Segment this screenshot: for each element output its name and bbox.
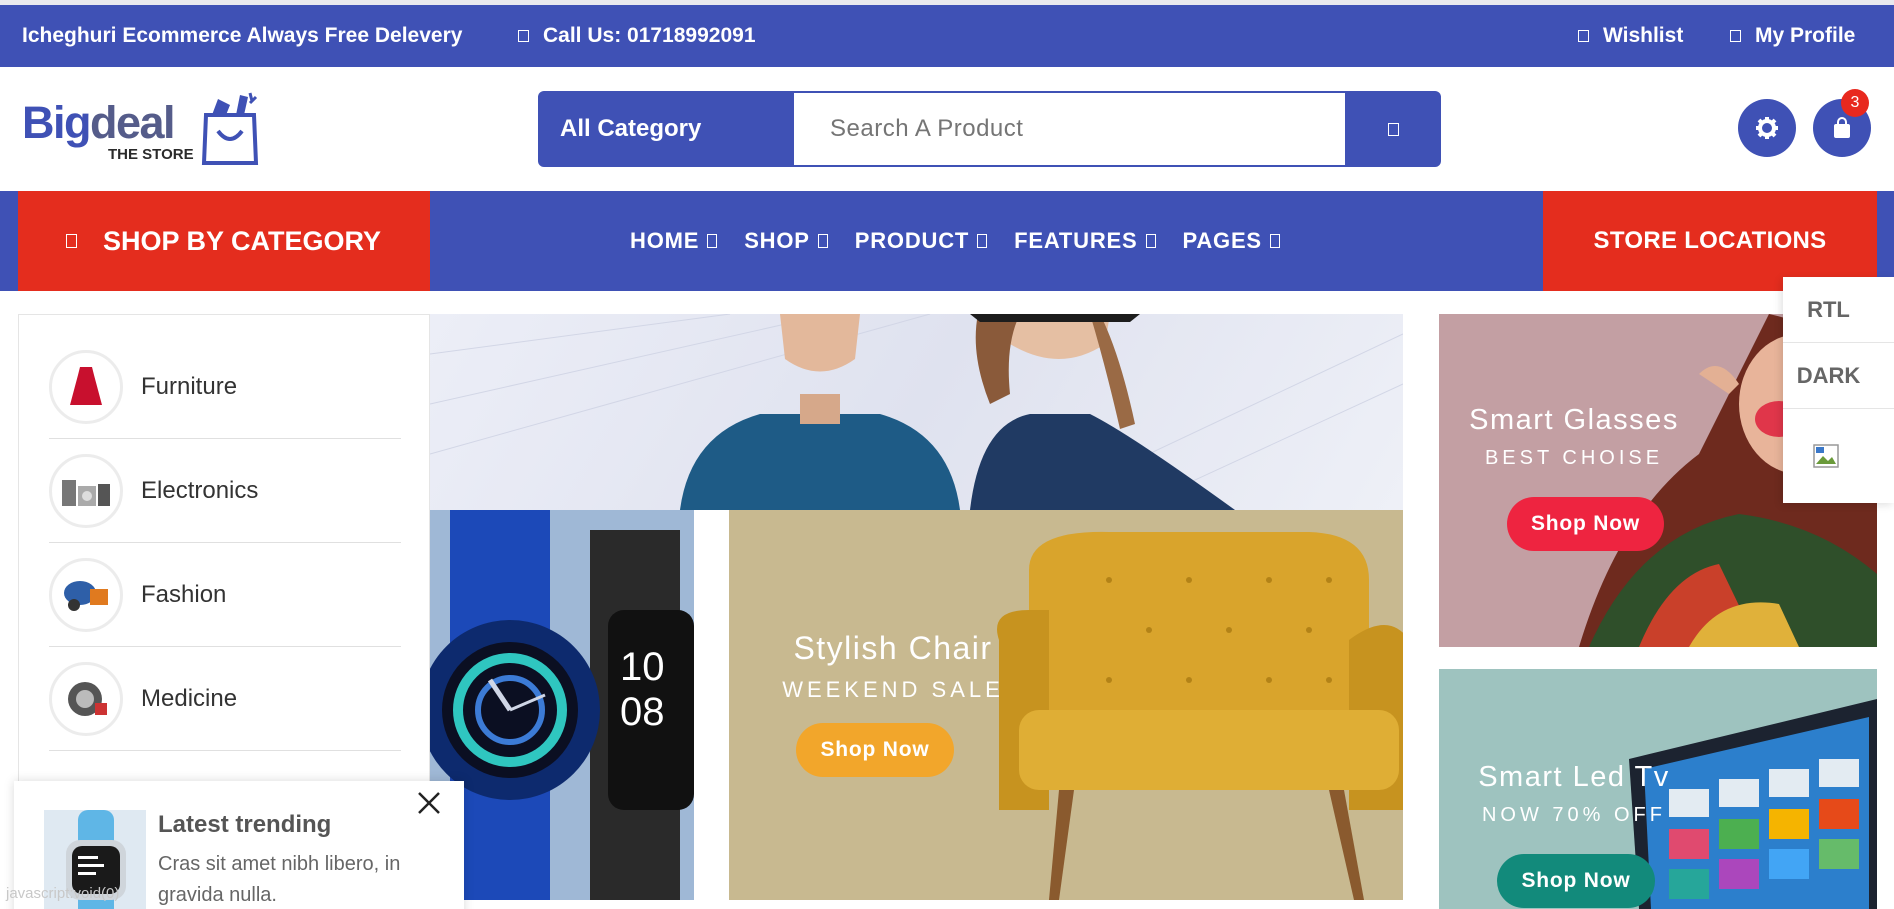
chevron-down-icon	[1269, 234, 1280, 248]
search-icon	[1387, 122, 1399, 136]
hero-banner-fashion[interactable]	[430, 314, 1403, 510]
nav-item-label: PRODUCT	[854, 228, 970, 253]
heart-icon	[1578, 30, 1589, 42]
glasses-banner-text: Smart Glasses BEST CHOISE	[1459, 404, 1689, 470]
svg-text:08: 08	[620, 690, 665, 734]
nav-item-home[interactable]: HOME	[630, 228, 718, 254]
category-label: Fashion	[141, 580, 227, 608]
category-thumbnail	[49, 349, 123, 424]
banner-stylish-chair[interactable]: Stylish Chair WEEKEND SALE Shop Now	[729, 510, 1403, 900]
nav-menu: HOME SHOP PRODUCT FEATURES PAGES	[630, 191, 1307, 291]
status-bar-link-preview: javascript:void(0)	[6, 885, 120, 902]
nav-item-label: PAGES	[1182, 228, 1262, 253]
dress-icon	[70, 366, 102, 405]
banner-title: Smart Glasses	[1469, 404, 1679, 436]
category-select[interactable]: All Category	[538, 91, 794, 167]
announcement-text: Icheghuri Ecommerce Always Free Delevery	[22, 24, 463, 47]
logo-word-big: Big	[22, 97, 92, 148]
tv-banner-text: Smart Led Tv NOW 70% OFF	[1459, 761, 1689, 827]
nav-item-features[interactable]: FEATURES	[1014, 228, 1156, 254]
phone-text: Call Us: 01718992091	[543, 24, 756, 47]
logo[interactable]: Bigdeal THE STORE	[22, 91, 262, 171]
banner-title: Stylish Chair	[793, 630, 993, 666]
logo-word-deal: deal	[90, 97, 176, 148]
shop-now-button[interactable]: Shop Now	[796, 723, 954, 777]
header: Bigdeal THE STORE All Category Search A …	[0, 67, 1894, 191]
chevron-down-icon	[977, 234, 988, 248]
wishlist-link[interactable]: Wishlist	[1578, 24, 1683, 48]
fashion-icon	[64, 580, 108, 611]
chevron-down-icon	[707, 234, 718, 248]
banner-smart-led-tv[interactable]: Smart Led Tv NOW 70% OFF Shop Now	[1439, 669, 1877, 909]
my-profile-link[interactable]: My Profile	[1730, 24, 1855, 48]
nav-item-label: SHOP	[744, 228, 810, 253]
search-input[interactable]	[794, 93, 1345, 165]
broken-image-icon	[1813, 444, 1839, 468]
wishlist-label: Wishlist	[1603, 24, 1684, 47]
shopping-bag-icon	[1834, 117, 1850, 138]
dark-mode-toggle[interactable]: DARK	[1783, 343, 1894, 409]
logo-tagline: THE STORE	[108, 146, 194, 163]
hero-image	[430, 314, 1403, 510]
profile-label: My Profile	[1755, 24, 1856, 47]
notification-body: Cras sit amet nibh libero, in gravida nu…	[158, 853, 401, 906]
top-bar: Icheghuri Ecommerce Always Free Delevery…	[0, 5, 1894, 67]
phone-icon	[518, 30, 529, 42]
shopping-bag-logo-icon	[201, 92, 259, 165]
rtl-toggle[interactable]: RTL	[1783, 277, 1894, 343]
logo-wordmark: Bigdeal	[22, 97, 176, 149]
category-item-fashion[interactable]: Fashion	[49, 543, 401, 647]
nav-item-label: FEATURES	[1014, 228, 1138, 253]
settings-button[interactable]	[1738, 99, 1796, 157]
announcement: Icheghuri Ecommerce Always Free Delevery	[22, 24, 462, 48]
category-thumbnail	[49, 453, 123, 528]
chevron-down-icon	[1145, 234, 1156, 248]
banner-subtitle: WEEKEND SALE	[782, 677, 1004, 702]
user-icon	[1730, 30, 1741, 42]
notification-title: Latest trending	[158, 811, 332, 838]
category-label: Electronics	[141, 476, 259, 504]
category-item-furniture[interactable]: Furniture	[49, 335, 401, 439]
nav-item-pages[interactable]: PAGES	[1183, 228, 1280, 254]
close-icon[interactable]	[416, 789, 442, 821]
banner-subtitle: BEST CHOISE	[1484, 447, 1664, 469]
shop-now-button[interactable]: Shop Now	[1507, 497, 1664, 551]
search-bar: All Category	[538, 91, 1441, 167]
category-thumbnail	[49, 661, 123, 736]
nav-item-label: HOME	[630, 228, 700, 253]
shop-now-button[interactable]: Shop Now	[1497, 854, 1655, 908]
gear-icon	[1756, 117, 1778, 139]
shop-by-category-label: SHOP BY CATEGORY	[103, 225, 382, 256]
nav-item-shop[interactable]: SHOP	[744, 228, 828, 254]
category-item-medicine[interactable]: Medicine	[49, 647, 401, 751]
category-label: Medicine	[141, 684, 238, 712]
medicine-icon	[68, 681, 107, 716]
theme-switcher-panel: RTL DARK	[1783, 277, 1894, 503]
banner-title: Smart Led Tv	[1478, 761, 1670, 793]
chair-image	[997, 531, 1403, 900]
search-button[interactable]	[1345, 91, 1441, 167]
category-item-electronics[interactable]: Electronics	[49, 439, 401, 543]
appliances-icon	[62, 479, 110, 506]
main-nav: SHOP BY CATEGORY HOME SHOP PRODUCT FEATU…	[0, 191, 1894, 291]
category-label: Furniture	[141, 372, 238, 400]
svg-text:10: 10	[620, 645, 665, 689]
category-thumbnail	[49, 557, 123, 632]
banner-smartwatch[interactable]: 10 08	[430, 510, 694, 900]
settings-image-toggle[interactable]	[1783, 409, 1894, 503]
shop-by-category-button[interactable]: SHOP BY CATEGORY	[18, 191, 430, 291]
banner-subtitle: NOW 70% OFF	[1481, 804, 1666, 826]
menu-icon	[66, 234, 77, 248]
close-x-icon	[418, 792, 440, 814]
chevron-down-icon	[817, 234, 828, 248]
smartwatch-image: 10 08	[430, 510, 694, 900]
nav-item-product[interactable]: PRODUCT	[854, 228, 988, 254]
chair-banner-text: Stylish Chair WEEKEND SALE	[763, 630, 1023, 703]
store-locations-button[interactable]: STORE LOCATIONS	[1543, 191, 1877, 291]
cart-count-badge: 3	[1841, 89, 1869, 117]
phone-link[interactable]: Call Us: 01718992091	[518, 24, 756, 48]
